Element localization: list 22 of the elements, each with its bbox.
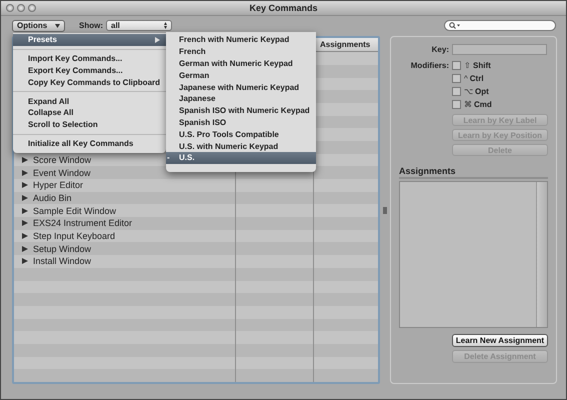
command-group-name: EXS24 Instrument Editor — [33, 218, 132, 228]
command-group-name: Audio Bin — [33, 193, 72, 204]
assignments-heading: Assignments — [399, 166, 548, 180]
command-group-name: Setup Window — [33, 244, 92, 254]
modifier-label: Cmd — [474, 100, 492, 110]
modifier-symbol: ⌘ — [464, 100, 472, 110]
modifier-label: Ctrl — [470, 74, 484, 84]
modifier-symbol: ⌥ — [464, 87, 473, 96]
window-title: Key Commands — [249, 3, 318, 14]
command-group-name: Event Window — [33, 168, 91, 178]
command-group-name: Step Input Keyboard — [33, 231, 116, 242]
modifier-symbol: ⇧ — [464, 61, 471, 70]
command-group-name: Hyper Editor — [33, 180, 84, 190]
show-label: Show: — [79, 21, 103, 30]
command-group-name: Sample Edit Window — [33, 206, 116, 216]
key-label: Key: — [430, 45, 450, 54]
modifier-label: Opt — [475, 87, 489, 96]
modifier-symbol: ^ — [464, 74, 468, 84]
command-group-name: Score Window — [33, 154, 92, 165]
modifier-label: Shift — [473, 61, 491, 70]
command-group-name: Install Window — [33, 256, 92, 266]
modifiers-label: Modifiers: — [410, 61, 450, 70]
